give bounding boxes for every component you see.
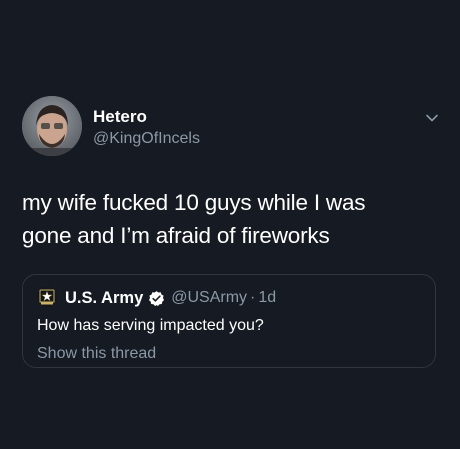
author-display-name[interactable]: Hetero — [93, 107, 200, 127]
author-avatar-photo — [22, 96, 82, 156]
quoted-timestamp[interactable]: 1d — [258, 289, 276, 307]
show-thread-link[interactable]: Show this thread — [37, 345, 156, 363]
quoted-tweet-header: U.S. Army @USArmy · 1d — [65, 288, 276, 308]
quoted-separator: · — [250, 289, 256, 306]
tweet-text-line-1: my wife fucked 10 guys while I was — [22, 190, 366, 215]
quoted-tweet-text: How has serving impacted you? — [37, 317, 264, 334]
author-handle[interactable]: @KingOfIncels — [93, 128, 200, 150]
author-avatar[interactable] — [22, 96, 82, 156]
quoted-tweet-card[interactable]: U.S. Army @USArmy · 1d How has serving i… — [22, 274, 436, 368]
chevron-down-icon[interactable] — [424, 110, 440, 126]
tweet-text-line-2: gone and I’m afraid of fireworks — [22, 223, 330, 248]
quoted-handle[interactable]: @USArmy — [171, 289, 247, 307]
army-star-logo-icon — [37, 287, 57, 307]
verified-badge-icon — [149, 290, 165, 306]
quoted-display-name[interactable]: U.S. Army — [65, 289, 143, 308]
tweet: Hetero @KingOfIncels my wife fucked 10 g… — [0, 0, 460, 449]
tweet-text: my wife fucked 10 guys while I was gone a… — [22, 186, 442, 252]
author-info: Hetero @KingOfIncels — [93, 107, 200, 150]
